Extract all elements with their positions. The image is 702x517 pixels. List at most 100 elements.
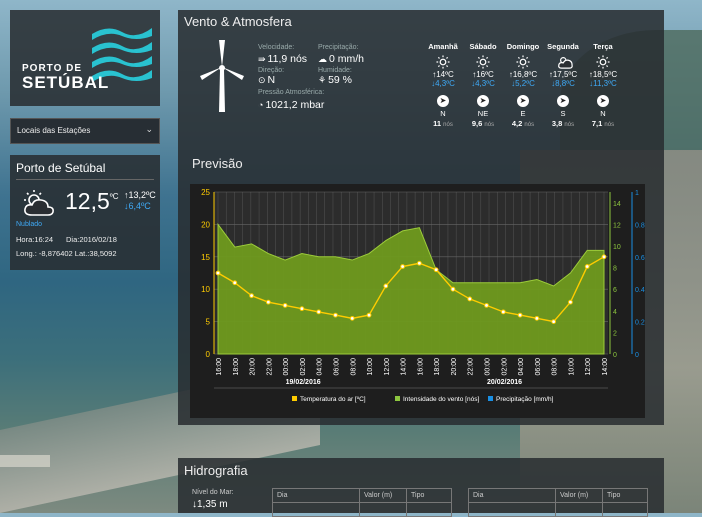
rain-cloud-icon: ☁	[318, 54, 327, 64]
temperature-point	[282, 303, 288, 308]
temperature-point	[484, 303, 489, 308]
tide-cell	[468, 502, 556, 517]
humidity-value: ⚘ 59 %	[318, 74, 352, 86]
divider	[16, 179, 154, 180]
temperature-point	[517, 312, 523, 318]
wind-direction-icon: ➤	[597, 95, 609, 107]
y-right-precip-tick: 0	[635, 352, 639, 359]
port-max-temp: ↑13,2ºC	[124, 190, 156, 200]
forecast-speed-value: 4,2	[511, 119, 523, 128]
speed-text: 11,9 nós	[267, 53, 308, 65]
station-select-label: Locais das Estações	[17, 126, 91, 135]
sun-icon	[436, 55, 450, 69]
x-tick: 12:00	[384, 358, 391, 376]
port-title: Porto de Setúbal	[16, 161, 106, 175]
x-tick: 04:00	[518, 358, 525, 376]
forecast-speed: 7,1 nós	[580, 119, 626, 128]
cloud-sun-icon	[556, 55, 573, 69]
temperature-point	[584, 264, 590, 269]
x-tick: 08:00	[552, 358, 559, 376]
forecast-day: Terça ↑18,5ºC ↓11,3ºC ➤ N 7,1 nós	[580, 42, 626, 128]
pressure-value: ◔ 1021,2 mbar	[258, 99, 324, 111]
logo-panel[interactable]: PORTO DE SETÚBAL	[10, 10, 160, 106]
x-tick: 22:00	[468, 358, 475, 376]
x-tick: 18:00	[434, 358, 441, 376]
precip-text: 0 mm/h	[329, 53, 365, 65]
temperature-point	[215, 270, 221, 276]
temperature-point	[500, 309, 506, 315]
x-tick: 22:00	[266, 358, 273, 376]
direction-label: Direção:	[258, 67, 285, 74]
temperature-point	[349, 315, 355, 321]
compass-icon: ⊙	[258, 75, 266, 85]
precip-value: ☁ 0 mm/h	[318, 53, 364, 65]
x-tick: 02:00	[300, 358, 307, 376]
forecast-direction: N	[600, 109, 606, 118]
x-tick: 18:00	[233, 358, 240, 376]
hydrography-panel: Hidrografia Nível do Mar: ↓1,35 m Dia Va…	[178, 458, 664, 517]
forecast-speed-unit: nós	[524, 122, 535, 128]
forecast-speed-value: 3,8	[551, 119, 563, 128]
humidity-icon: ⚘	[318, 75, 327, 85]
tide-header-type: Tipo	[406, 488, 452, 503]
y-right-precip-tick: 1	[635, 190, 639, 197]
x-tick: 08:00	[350, 358, 357, 376]
temperature-point	[416, 260, 422, 266]
speed-label: Velocidade:	[258, 44, 295, 51]
direction-text: N	[267, 74, 276, 86]
temperature-point	[249, 293, 254, 299]
port-temp-value: 12,5	[65, 188, 110, 214]
pressure-text: 1021,2 mbar	[265, 99, 325, 111]
y-right-precip-tick: 0.4	[635, 287, 645, 294]
x-tick: 02:00	[501, 358, 508, 376]
temperature-point	[400, 264, 406, 269]
humidity-label: Humidade:	[318, 67, 352, 74]
y-left-tick: 25	[201, 188, 210, 197]
tide-header-day: Dia	[272, 488, 360, 503]
wind-speed-icon: ⇛	[258, 54, 266, 64]
x-tick: 10:00	[367, 358, 374, 376]
wind-direction-icon: ➤	[477, 95, 489, 107]
legend-label: Temperatura do ar [ºC]	[300, 396, 366, 403]
legend-swatch	[292, 396, 297, 401]
tide-header-value: Valor (m)	[555, 488, 603, 503]
wind-direction-icon: ➤	[437, 95, 449, 107]
y-left-tick: 10	[201, 285, 210, 294]
y-left-tick: 15	[201, 253, 210, 262]
temperature-point	[316, 309, 322, 315]
x-tick: 20:00	[451, 358, 458, 376]
tide-cell	[359, 502, 407, 517]
sea-level-label: Nível do Mar:	[192, 489, 234, 496]
forecast-speed-value: 7,1	[591, 119, 603, 128]
forecast-title: Previsão	[192, 156, 243, 171]
x-tick: 12:00	[585, 358, 592, 376]
temperature-point	[383, 283, 389, 289]
tide-cell	[555, 502, 603, 517]
station-select-dropdown[interactable]: Locais das Estações ⌄	[10, 118, 160, 144]
x-date-label: 20/02/2016	[487, 379, 522, 386]
x-tick: 04:00	[317, 358, 324, 376]
temperature-point	[333, 312, 338, 318]
port-coordinates: Long.: -8,876402 Lat.:38,5092	[16, 249, 117, 258]
cloud-sun-icon	[24, 190, 54, 216]
y-left-tick: 0	[206, 350, 211, 359]
sun-icon	[476, 55, 490, 69]
temperature-point	[265, 299, 271, 305]
y-right-wind-tick: 0	[613, 352, 617, 359]
x-tick: 14:00	[401, 358, 408, 376]
legend-swatch	[488, 396, 493, 401]
y-right-precip-tick: 0.8	[635, 222, 645, 229]
tide-cell	[272, 502, 360, 517]
forecast-chart-box: 0 5 10 15 20 25 0 2 4 6 8 10 12 14 0 0.2 0.4 0.6 0.8 1 16:00…	[190, 184, 645, 418]
tide-header-day: Dia	[468, 488, 556, 503]
y-right-precip-tick: 0.2	[635, 320, 645, 327]
legend-label: Precipitação [mm/h]	[496, 396, 554, 403]
sea-level-value: ↓1,35 m	[192, 499, 228, 510]
wind-direction-icon: ➤	[557, 95, 569, 107]
temperature-point	[467, 296, 473, 302]
chevron-down-icon: ⌄	[145, 124, 153, 134]
sun-icon	[516, 55, 530, 69]
forecast-speed-unit: nós	[564, 122, 575, 128]
port-time: Hora:16:24	[16, 235, 54, 244]
forecast-day-name: Terça	[593, 42, 613, 51]
